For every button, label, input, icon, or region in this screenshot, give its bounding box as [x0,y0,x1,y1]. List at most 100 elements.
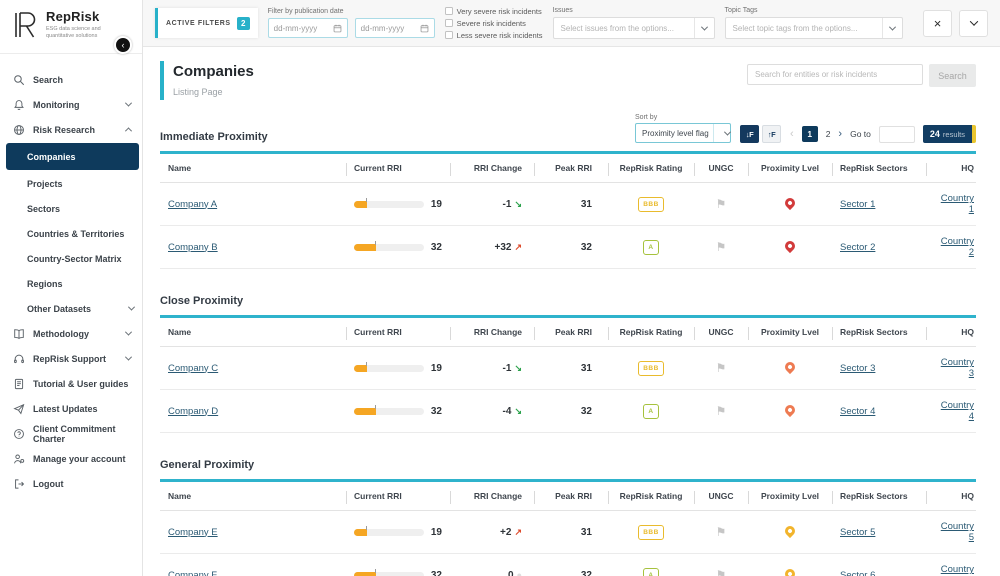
col-header-sectors[interactable]: RepRisk Sectors [832,317,926,347]
col-header-proximity[interactable]: Proximity Lvel [748,481,832,511]
active-filters-card[interactable]: ACTIVE FILTERS 2 [155,8,258,38]
hq-link[interactable]: Country 2 [941,236,974,258]
hq-link[interactable]: Country 6 [941,564,974,576]
topic-tags-select[interactable]: Select topic tags from the options... [725,17,903,39]
rating-badge: BBB [638,361,664,376]
sector-link[interactable]: Sector 5 [840,527,875,538]
user-gear-icon [13,453,25,465]
col-header-rri-change[interactable]: RRI Change [450,481,534,511]
col-header-peak-rri[interactable]: Peak RRI [534,153,608,183]
sidebar-item-regions[interactable]: Regions [0,271,142,296]
company-link[interactable]: Company A [168,199,217,210]
chevron-down-icon [125,354,132,361]
company-link[interactable]: Company F [168,570,217,576]
checkbox-severe[interactable]: Severe risk incidents [445,19,543,28]
date-to-input[interactable]: dd-mm-yyyy [355,18,435,38]
issues-select[interactable]: Select issues from the options... [553,17,715,39]
rri-change-value: -1 [503,199,512,210]
rri-bar [354,529,424,536]
pagination-top: ‹ 1 2 › Go to 24 results [790,125,976,143]
sidebar-item-projects[interactable]: Projects [0,171,142,196]
peak-rri-value: 32 [581,406,592,417]
col-header-rating[interactable]: RepRisk Rating [608,481,694,511]
col-header-current-rri[interactable]: Current RRI [346,481,450,511]
proximity-pin-icon [783,524,797,538]
sidebar-item-other-datasets[interactable]: Other Datasets [0,296,142,321]
sidebar-item-sectors[interactable]: Sectors [0,196,142,221]
sidebar-item-reprisk-support[interactable]: RepRisk Support [0,346,142,371]
company-link[interactable]: Company C [168,363,218,374]
sidebar-item-label: Logout [33,479,64,489]
sector-link[interactable]: Sector 2 [840,242,875,253]
sidebar-item-country-sector-matrix[interactable]: Country-Sector Matrix [0,246,142,271]
table-header-row: Name Current RRI RRI Change Peak RRI Rep… [160,317,976,347]
sector-link[interactable]: Sector 4 [840,406,875,417]
section-title-general: General Proximity [160,459,976,471]
col-header-proximity[interactable]: Proximity Lvel [748,317,832,347]
col-header-ungc[interactable]: UNGC [694,481,748,511]
col-header-peak-rri[interactable]: Peak RRI [534,317,608,347]
sort-asc-button[interactable]: ↑F [762,125,781,143]
sector-link[interactable]: Sector 1 [840,199,875,210]
hq-link[interactable]: Country 1 [941,193,974,215]
sort-by-label: Sort by [635,114,731,121]
col-header-sectors[interactable]: RepRisk Sectors [832,481,926,511]
sidebar-item-companies[interactable]: Companies [6,143,139,170]
hq-link[interactable]: Country 5 [941,521,974,543]
col-header-rating[interactable]: RepRisk Rating [608,153,694,183]
company-link[interactable]: Company E [168,527,218,538]
sort-desc-button[interactable]: ↓F [740,125,759,143]
clear-filters-button[interactable]: × [923,10,952,37]
sector-link[interactable]: Sector 6 [840,570,875,576]
col-header-peak-rri[interactable]: Peak RRI [534,481,608,511]
sidebar-item-logout[interactable]: Logout [0,471,142,496]
col-header-sectors[interactable]: RepRisk Sectors [832,153,926,183]
sector-link[interactable]: Sector 3 [840,363,875,374]
sidebar-item-client-commitment-charter[interactable]: Client Commitment Charter [0,421,142,446]
checkbox-very-severe[interactable]: Very severe risk incidents [445,7,543,16]
next-page-button[interactable]: › [838,128,842,140]
col-header-hq[interactable]: HQ [926,317,976,347]
col-header-current-rri[interactable]: Current RRI [346,317,450,347]
ungc-flag-icon: ⚑ [716,568,727,576]
goto-page-input[interactable] [879,126,915,143]
close-icon: × [934,16,942,31]
sidebar-item-search[interactable]: Search [0,67,142,92]
checkbox-less-severe[interactable]: Less severe risk incidents [445,31,543,40]
col-header-rating[interactable]: RepRisk Rating [608,317,694,347]
sidebar-item-monitoring[interactable]: Monitoring [0,92,142,117]
prev-page-button[interactable]: ‹ [790,128,794,140]
sidebar-item-latest-updates[interactable]: Latest Updates [0,396,142,421]
hq-link[interactable]: Country 4 [941,400,974,422]
sidebar-item-countries-territories[interactable]: Countries & Territories [0,221,142,246]
col-header-current-rri[interactable]: Current RRI [346,153,450,183]
date-from-input[interactable]: dd-mm-yyyy [268,18,348,38]
col-header-name[interactable]: Name [160,317,346,347]
company-link[interactable]: Company B [168,242,218,253]
col-header-name[interactable]: Name [160,153,346,183]
page-1-button[interactable]: 1 [802,126,818,142]
col-header-proximity[interactable]: Proximity Lvel [748,153,832,183]
col-header-rri-change[interactable]: RRI Change [450,153,534,183]
collapse-filters-button[interactable] [959,10,988,37]
sidebar-item-manage-account[interactable]: Manage your account [0,446,142,471]
hq-link[interactable]: Country 3 [941,357,974,379]
collapse-sidebar-button[interactable]: ‹ [114,36,132,54]
col-header-name[interactable]: Name [160,481,346,511]
sidebar-item-methodology[interactable]: Methodology [0,321,142,346]
search-button[interactable]: Search [929,64,976,87]
col-header-rri-change[interactable]: RRI Change [450,317,534,347]
trend-arrow-icon: ↘ [514,199,522,209]
col-header-ungc[interactable]: UNGC [694,317,748,347]
filter-bar: ACTIVE FILTERS 2 Filter by publication d… [143,0,1000,47]
entity-search-input[interactable] [747,64,923,85]
sidebar-item-risk-research[interactable]: Risk Research [0,117,142,142]
page-2-button[interactable]: 2 [826,129,831,139]
col-header-hq[interactable]: HQ [926,153,976,183]
sort-select[interactable]: Proximity level flag [635,123,731,143]
sidebar-item-tutorial-user-guides[interactable]: Tutorial & User guides [0,371,142,396]
company-link[interactable]: Company D [168,406,218,417]
col-header-hq[interactable]: HQ [926,481,976,511]
rri-change-value: +32 [494,242,511,253]
col-header-ungc[interactable]: UNGC [694,153,748,183]
